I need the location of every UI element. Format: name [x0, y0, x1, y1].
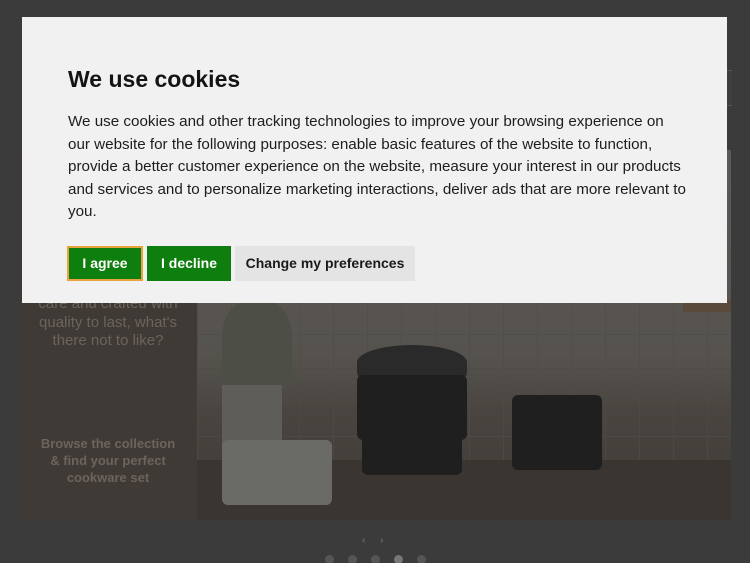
decline-button[interactable]: I decline	[147, 245, 231, 281]
hero-tagline: care and crafted with quality to last, w…	[38, 295, 178, 349]
carousel-dot[interactable]	[417, 555, 426, 563]
saucepan-small	[362, 405, 462, 475]
carousel-arrows[interactable]: ‹ ›	[362, 535, 389, 546]
hero-cta-text[interactable]: Browse the collection & find your perfec…	[37, 435, 179, 486]
frying-pan	[512, 395, 602, 470]
carousel-dot[interactable]	[325, 555, 334, 563]
carousel-dot[interactable]	[371, 555, 380, 563]
cookie-button-group: I agree I decline Change my preferences	[67, 245, 682, 281]
plant-decoration	[222, 300, 292, 390]
change-preferences-button[interactable]: Change my preferences	[235, 245, 415, 281]
carousel-dot[interactable]	[348, 555, 357, 563]
cookie-consent-dialog: We use cookies We use cookies and other …	[22, 17, 727, 303]
carousel-dot-active[interactable]	[394, 555, 403, 563]
steel-pot	[222, 440, 332, 505]
cookie-dialog-text: We use cookies and other tracking techno…	[68, 113, 686, 220]
cookie-dialog-title: We use cookies	[68, 66, 241, 92]
carousel-dots	[325, 555, 426, 563]
agree-button[interactable]: I agree	[67, 245, 143, 281]
